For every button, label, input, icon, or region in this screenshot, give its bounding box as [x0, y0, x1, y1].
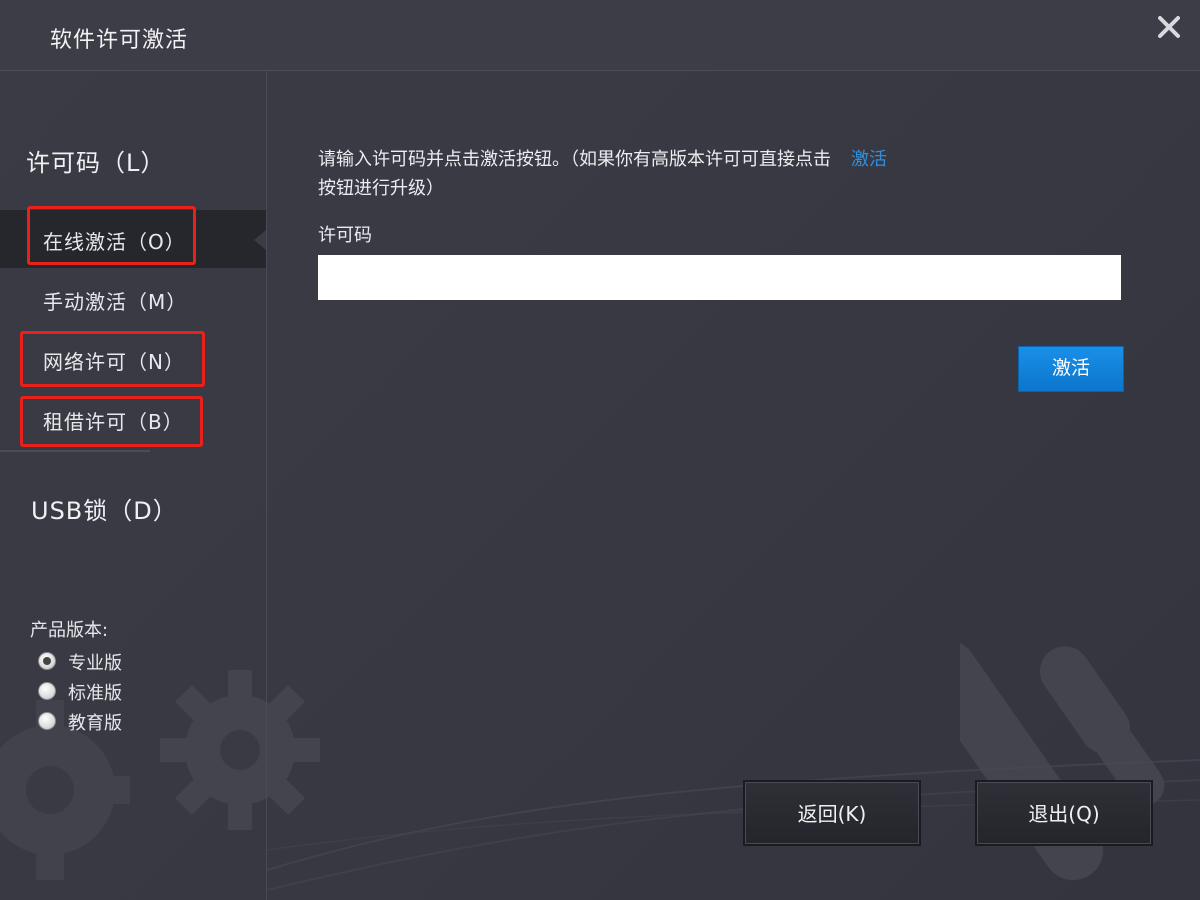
license-code-label: 许可码 — [318, 225, 372, 246]
sidebar-item-label: 租借许可（B） — [43, 410, 184, 434]
back-button[interactable]: 返回(K) — [743, 780, 921, 846]
radio-label: 教育版 — [68, 713, 122, 734]
radio-checked-icon — [38, 652, 56, 670]
sidebar-item-network-license[interactable]: 网络许可（N） — [0, 330, 266, 388]
activate-button[interactable]: 激活 — [1018, 346, 1124, 392]
radio-label: 标准版 — [68, 683, 122, 704]
instruction-text-2: 按钮进行升级） — [318, 178, 444, 199]
sidebar-item-label: 网络许可（N） — [43, 350, 185, 374]
edition-title: 产品版本: — [30, 620, 109, 641]
close-button[interactable] — [1156, 14, 1182, 40]
sidebar-divider — [0, 450, 150, 452]
radio-label: 专业版 — [68, 653, 122, 674]
radio-unchecked-icon — [38, 682, 56, 700]
license-code-input[interactable] — [318, 255, 1121, 300]
sidebar-item-manual-activation[interactable]: 手动激活（M） — [0, 270, 266, 328]
activate-link[interactable]: 激活 — [851, 149, 887, 170]
sidebar-item-borrow-license[interactable]: 租借许可（B） — [0, 390, 266, 448]
section-license-code[interactable]: 许可码（L） — [26, 143, 165, 178]
sidebar-item-online-activation[interactable]: 在线激活（O） — [0, 210, 266, 268]
sidebar: 许可码（L） 在线激活（O） 手动激活（M） 网络许可（N） 租借许可（B） U… — [0, 71, 267, 900]
license-activation-window: 软件许可激活 许可码（L） 在线激活（O） 手动激活（M） 网络许可（N） 租借… — [0, 0, 1200, 900]
radio-unchecked-icon — [38, 712, 56, 730]
main-panel: 请输入许可码并点击激活按钮。（如果你有高版本许可可直接点击 激活 按钮进行升级） … — [267, 71, 1200, 900]
section-usb-lock[interactable]: USB锁（D） — [31, 491, 178, 526]
instruction-text: 请输入许可码并点击激活按钮。（如果你有高版本许可可直接点击 — [318, 149, 831, 170]
sidebar-item-label: 手动激活（M） — [43, 290, 188, 314]
title-bar: 软件许可激活 — [0, 0, 1200, 71]
sidebar-item-label: 在线激活（O） — [43, 230, 186, 254]
close-icon — [1158, 16, 1180, 38]
window-title: 软件许可激活 — [50, 28, 189, 53]
instructions: 请输入许可码并点击激活按钮。（如果你有高版本许可可直接点击 激活 按钮进行升级） — [318, 145, 1018, 203]
exit-button[interactable]: 退出(Q) — [975, 780, 1153, 846]
